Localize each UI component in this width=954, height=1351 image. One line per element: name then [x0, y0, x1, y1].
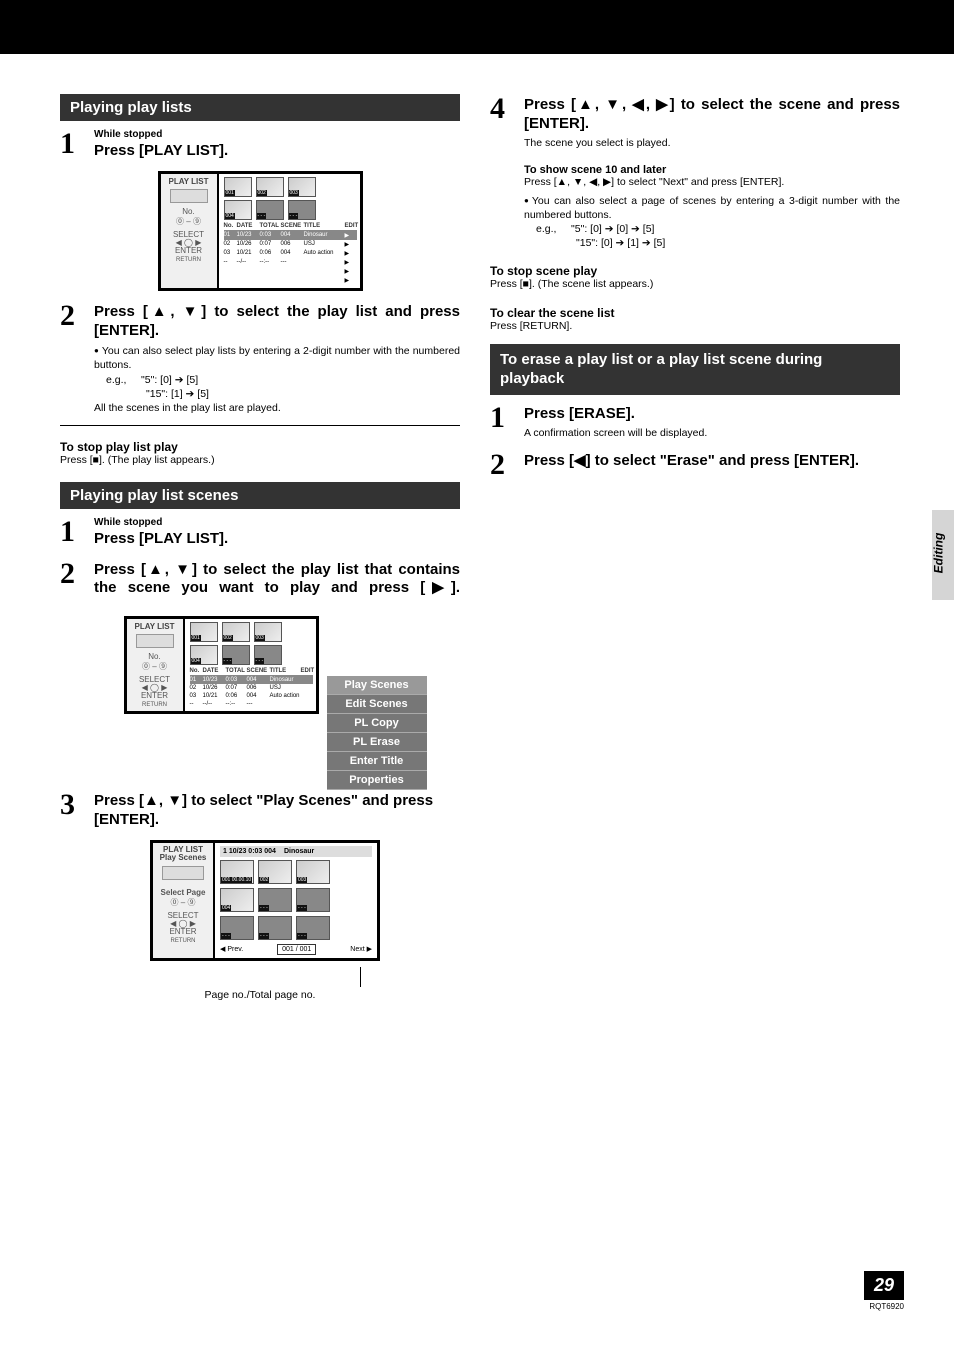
menu-enter-title: Enter Title	[327, 752, 427, 771]
section-playing-play-list-scenes: Playing play list scenes	[60, 482, 460, 509]
divider	[60, 425, 460, 426]
page-number: 29	[864, 1271, 904, 1300]
stop-playlist-head: To stop play list play	[60, 440, 460, 454]
step-number: 2	[60, 559, 94, 589]
remote-icon	[136, 634, 174, 648]
menu-edit-scenes: Edit Scenes	[327, 695, 427, 714]
section-playing-play-lists: Playing play lists	[60, 94, 460, 121]
remote-icon	[170, 189, 208, 203]
step-number: 2	[490, 450, 524, 480]
scenes-step-3: 3 Press [▲, ▼] to select "Play Scenes" a…	[60, 790, 460, 830]
show10-head: To show scene 10 and later	[524, 164, 900, 176]
clear-list-head: To clear the scene list	[490, 306, 900, 320]
erase-step-2: 2 Press [◀] to select "Erase" and press …	[490, 450, 900, 480]
top-black-bar	[0, 0, 954, 54]
osd-playlist-with-menu: PLAY LIST No.⓪ – ⑨ SELECT◀ ◯ ▶ENTER RETU…	[60, 608, 460, 790]
press-play-list: Press [PLAY LIST].	[94, 142, 460, 161]
menu-pl-copy: PL Copy	[327, 714, 427, 733]
step-number: 1	[490, 403, 524, 433]
stop-scene-body: Press [■]. (The scene list appears.)	[490, 278, 900, 292]
page-footer: 29 RQT6920	[864, 1271, 904, 1311]
pl-step-1: 1 While stopped Press [PLAY LIST].	[60, 129, 460, 161]
section-erase-during-playback: To erase a play list or a play list scen…	[490, 344, 900, 395]
page-caption: Page no./Total page no.	[60, 989, 460, 1001]
step-number: 4	[490, 94, 524, 124]
remote-icon	[162, 866, 204, 880]
menu-pl-erase: PL Erase	[327, 733, 427, 752]
doc-code: RQT6920	[864, 1302, 904, 1311]
dpad-icon: SELECT◀ ◯ ▶ENTER RETURN	[156, 912, 210, 944]
osd-play-scenes: PLAY LISTPlay Scenes Select Page⓪ – ⑨ SE…	[150, 840, 380, 961]
context-menu: Play Scenes Edit Scenes PL Copy PL Erase…	[327, 608, 427, 790]
left-column: Playing play lists 1 While stopped Press…	[60, 94, 460, 1001]
pl-step-2: 2 Press [▲, ▼] to select the play list a…	[60, 301, 460, 415]
erase-step-1: 1 Press [ERASE]. A confirmation screen w…	[490, 403, 900, 440]
osd-playlist: PLAY LIST No.⓪ – ⑨ SELECT◀ ◯ ▶ENTER RETU…	[158, 171, 363, 291]
scenes-step-2: 2 Press [▲, ▼] to select the play list t…	[60, 559, 460, 599]
dpad-icon: SELECT◀ ◯ ▶ENTER RETURN	[164, 231, 214, 263]
side-tab-label: Editing	[931, 533, 945, 574]
clear-list-body: Press [RETURN].	[490, 320, 900, 334]
step-number: 2	[60, 301, 94, 331]
stop-scene-head: To stop scene play	[490, 264, 900, 278]
scenes-step-1: 1 While stopped Press [PLAY LIST].	[60, 517, 460, 549]
menu-play-scenes: Play Scenes	[327, 676, 427, 695]
stop-playlist-body: Press [■]. (The play list appears.)	[60, 454, 460, 468]
step-number: 1	[60, 129, 94, 159]
step2-title: Press [▲, ▼] to select the play list and…	[94, 303, 460, 341]
while-stopped-label: While stopped	[94, 129, 460, 140]
prev-button: ◀ Prev.	[220, 945, 243, 953]
next-button: Next ▶	[350, 945, 372, 953]
osd-title: PLAY LIST	[164, 177, 214, 186]
dpad-icon: SELECT◀ ◯ ▶ENTER RETURN	[130, 676, 180, 708]
right-column: 4 Press [▲, ▼, ◀, ▶] to select the scene…	[490, 94, 900, 1001]
step-number: 3	[60, 790, 94, 820]
pager: 001 / 001	[277, 944, 316, 955]
scenes-step-4: 4 Press [▲, ▼, ◀, ▶] to select the scene…	[490, 94, 900, 250]
menu-properties: Properties	[327, 771, 427, 790]
side-tab: Editing	[932, 510, 954, 600]
step-number: 1	[60, 517, 94, 547]
